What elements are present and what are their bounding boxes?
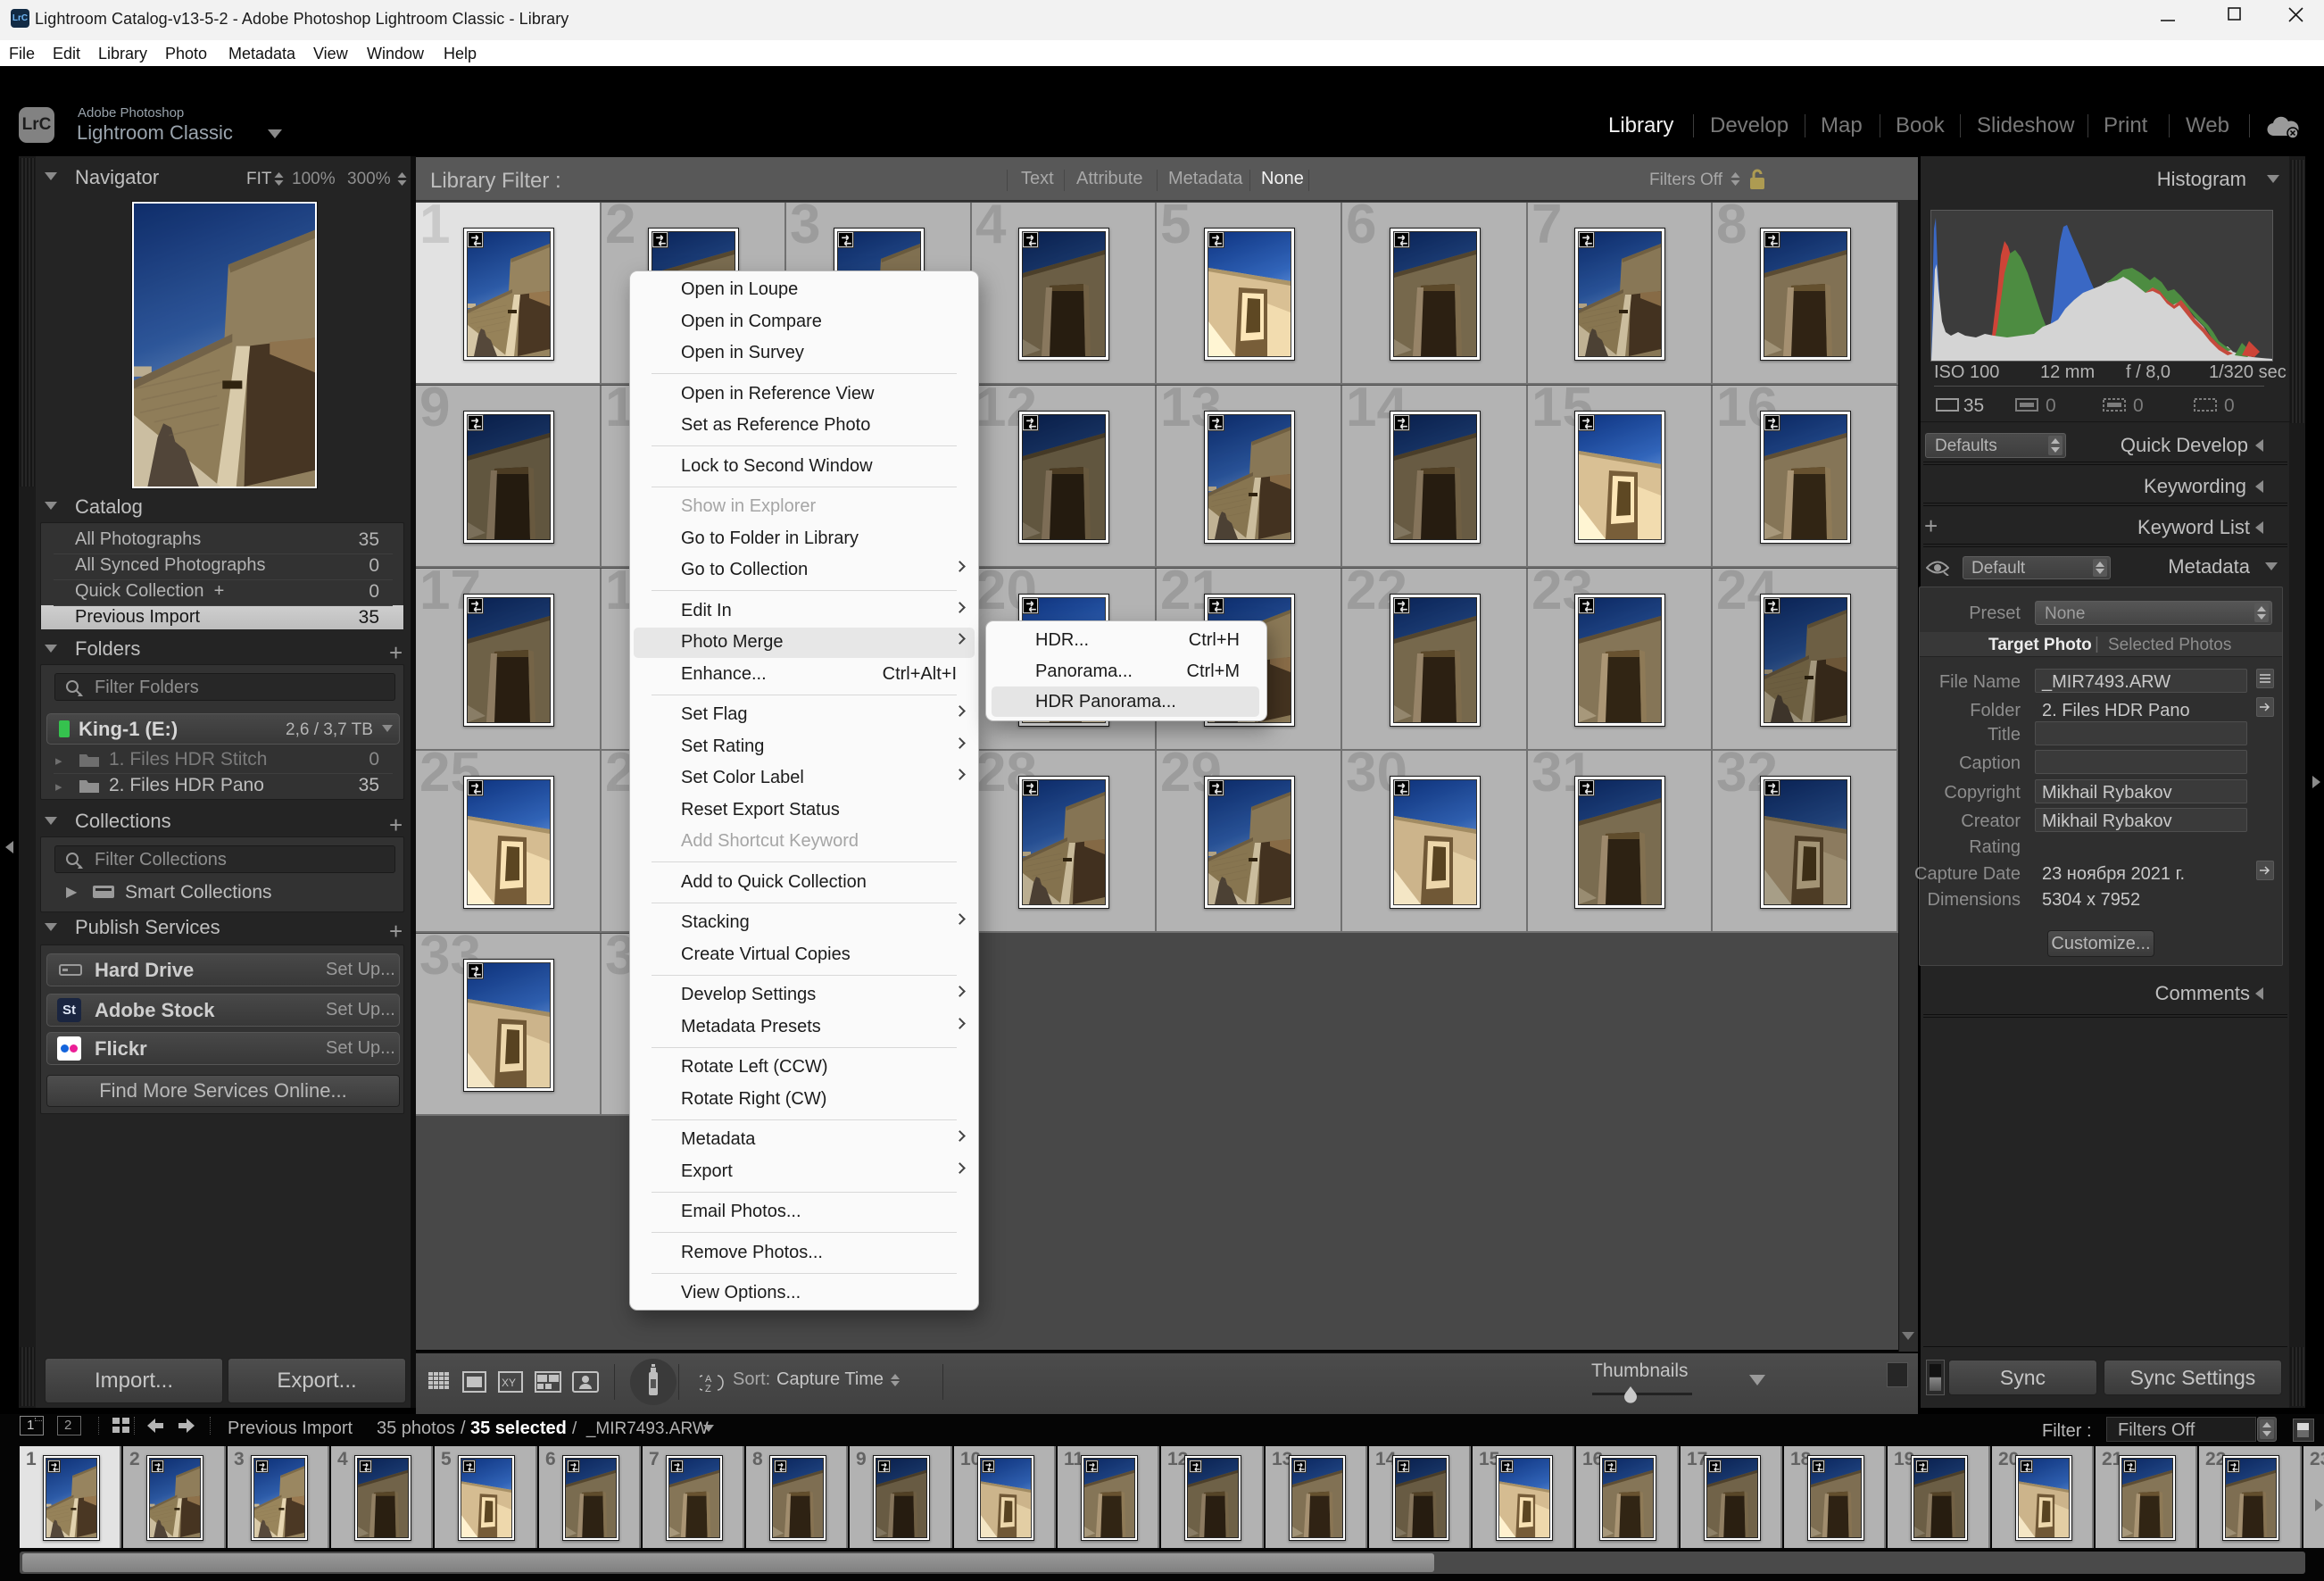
svg-text:XY: XY xyxy=(502,1377,516,1389)
svg-text:Z: Z xyxy=(705,1384,711,1393)
